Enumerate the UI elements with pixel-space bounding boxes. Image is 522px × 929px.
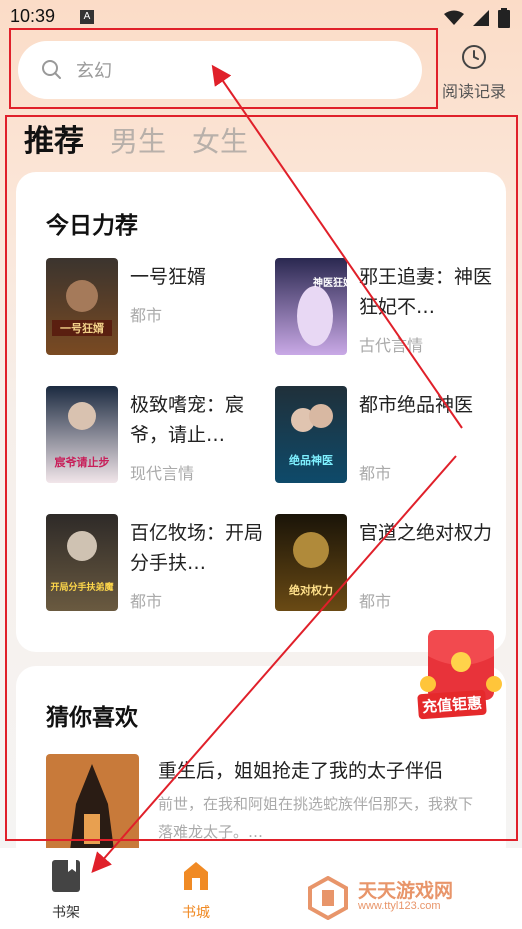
bookstore-icon [184, 862, 208, 890]
cover-title: 宸爷请止步 [55, 455, 110, 469]
search-input[interactable]: 玄幻 [18, 41, 422, 99]
book-genre: 都市 [130, 592, 163, 611]
search-icon [42, 60, 61, 79]
tab-male[interactable]: 男生 [110, 120, 166, 160]
history-label: 阅读记录 [441, 82, 506, 101]
book-title: 都市绝品神医 [359, 394, 474, 416]
cover-title: 绝品神医 [289, 453, 333, 467]
book-title: 邪王追妻：神医狂妃不… [359, 266, 493, 318]
book-title: 重生后，姐姐抢走了我的太子伴侣 [158, 760, 444, 782]
status-time: 10:39 [10, 6, 56, 26]
category-tabs: 推荐 男生 女生 [24, 116, 248, 160]
status-bar: 10:39 A [0, 0, 522, 36]
book-item[interactable]: 绝品神医 都市绝品神医 都市 [275, 386, 490, 486]
wifi-icon [444, 10, 464, 25]
app-notification-icon: A [80, 10, 94, 24]
book-item[interactable]: 一号狂婿 一号狂婿 都市 [46, 258, 261, 358]
book-title: 官道之绝对权力 [359, 522, 493, 544]
cover-title: 一号狂婿 [60, 321, 105, 335]
book-title: 一号狂婿 [130, 266, 207, 288]
reading-history-button[interactable]: 阅读记录 [436, 44, 512, 102]
book-title: 极致嗜宠：宸爷，请止… [130, 394, 245, 446]
watermark: 天天游戏网 www.ttyl123.com [306, 875, 453, 924]
book-cover: 绝品神医 [275, 386, 347, 483]
book-cover: 宸爷请止步 [46, 386, 118, 483]
promo-label: 充值钜惠 [417, 689, 487, 720]
daily-picks-title: 今日力荐 [46, 213, 138, 239]
cover-title: 开局分手扶弟魔 [50, 581, 113, 593]
book-item[interactable]: 绝对权力 官道之绝对权力 都市 [275, 514, 492, 614]
status-icons [444, 8, 510, 28]
nav-bookshelf-label: 书架 [52, 905, 80, 921]
book-genre: 古代言情 [359, 336, 424, 355]
nav-bookstore-label: 书城 [182, 905, 210, 921]
clock-icon [462, 45, 486, 69]
bottom-nav: 书架 书城 天天游戏网 www.ttyl123.com [0, 848, 522, 929]
book-genre: 都市 [359, 464, 392, 483]
tab-recommend[interactable]: 推荐 [24, 116, 84, 160]
book-title: 百亿牧场：开局分手扶… [130, 522, 264, 574]
book-cover: 开局分手扶弟魔 [46, 514, 118, 611]
watermark-url: www.ttyl123.com [358, 900, 441, 912]
recharge-promo[interactable]: 充值钜惠 [412, 626, 508, 720]
nav-bookstore[interactable]: 书城 [166, 860, 226, 922]
book-cover: 绝对权力 [275, 514, 347, 611]
nav-bookshelf[interactable]: 书架 [36, 860, 96, 922]
book-cover: 神医狂妃 [275, 258, 347, 355]
search-placeholder: 玄幻 [76, 61, 112, 82]
bookshelf-icon [52, 860, 80, 892]
battery-icon [498, 8, 510, 28]
book-cover: 一号狂婿 [46, 258, 118, 355]
cover-title: 绝对权力 [289, 583, 333, 597]
watermark-text: 天天游戏网 [358, 880, 454, 902]
book-item[interactable]: 神医狂妃 邪王追妻：神医狂妃不… 古代言情 [275, 258, 492, 358]
guess-you-like-title: 猜你喜欢 [46, 705, 138, 731]
signal-icon [473, 10, 489, 26]
book-genre: 都市 [359, 592, 392, 611]
cover-title: 神医狂妃 [313, 276, 347, 289]
daily-picks-card: 今日力荐 一号狂婿 一号狂婿 都市 神医狂妃 邪王追妻：神医狂妃不… 古代言情 … [16, 172, 506, 652]
watermark-logo-icon [308, 875, 348, 921]
tab-female[interactable]: 女生 [192, 120, 248, 160]
book-genre: 现代言情 [130, 464, 195, 483]
book-genre: 都市 [130, 306, 163, 325]
book-item[interactable]: 开局分手扶弟魔 百亿牧场：开局分手扶… 都市 [46, 514, 263, 614]
book-item[interactable]: 宸爷请止步 极致嗜宠：宸爷，请止… 现代言情 [46, 386, 261, 486]
book-description: 前世，在我和阿姐在挑选蛇族伴侣那天，我救下落难龙太子。… [158, 795, 474, 841]
